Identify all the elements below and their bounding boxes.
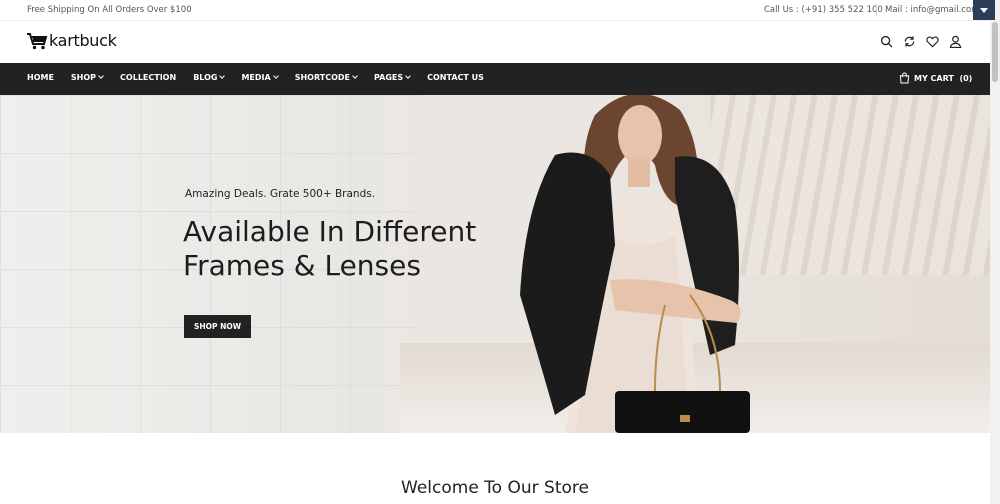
brand-name: kartbuck [49,31,117,50]
chevron-down-icon [405,73,411,79]
nav-label: COLLECTION [120,73,177,82]
nav-item-shortcode[interactable]: SHORTCODE [294,73,358,82]
nav-list: HOME SHOP COLLECTION BLOG MEDIA SHORTCOD… [27,73,501,82]
nav-item-shop[interactable]: SHOP [70,73,104,82]
top-bar: Free Shipping On All Orders Over $100 Ca… [0,0,990,21]
compare-icon[interactable] [903,35,916,48]
chevron-down-icon [219,73,226,79]
hero-title-line2: Frames & Lenses [183,249,421,282]
hero-banner: Amazing Deals. Grate 500+ Brands. Availa… [0,95,990,433]
caret-down-icon [980,7,988,13]
nav-item-contact[interactable]: CONTACT US [427,73,484,82]
shipping-notice: Free Shipping On All Orders Over $100 [27,5,192,15]
site-header: kartbuck [0,21,990,63]
scrollbar[interactable] [990,0,1000,504]
hero-tagline: Amazing Deals. Grate 500+ Brands. [185,188,376,200]
cart-icon [899,72,910,84]
nav-item-collection[interactable]: COLLECTION [120,73,176,82]
user-icon[interactable] [949,35,962,48]
heart-icon[interactable] [926,35,939,48]
chevron-down-icon [352,73,358,79]
logo[interactable]: kartbuck [26,31,117,50]
cart-label: MY CART [914,73,954,83]
dropdown-toggle[interactable] [973,0,995,20]
search-icon[interactable] [880,35,893,48]
nav-item-media[interactable]: MEDIA [241,73,279,82]
mail-text[interactable]: Mail : info@gmail.com [885,5,979,15]
nav-item-blog[interactable]: BLOG [193,73,226,82]
nav-label: PAGES [374,73,404,82]
section-title: Welcome To Our Store [401,478,589,498]
nav-label: SHORTCODE [294,73,350,82]
shop-now-button[interactable]: SHOP NOW [184,315,251,338]
divider [876,4,877,16]
nav-item-home[interactable]: HOME [27,73,54,82]
cart-button[interactable]: MY CART (0) [899,72,972,84]
hero-model-image [520,95,750,433]
cart-logo-icon [27,32,48,49]
chevron-down-icon [98,73,104,79]
scrollbar-thumb[interactable] [992,22,998,82]
header-icons [880,35,962,48]
nav-label: SHOP [70,73,97,82]
cart-count: (0) [959,73,973,83]
nav-label: HOME [27,73,54,82]
call-us-text[interactable]: Call Us : (+91) 355 522 100 [764,5,883,15]
hero-title: Available In Different Frames & Lenses [183,215,476,283]
nav-label: MEDIA [241,73,271,82]
hero-title-line1: Available In Different [183,215,477,248]
main-nav: HOME SHOP COLLECTION BLOG MEDIA SHORTCOD… [0,63,990,95]
chevron-down-icon [272,73,279,79]
nav-label: BLOG [193,73,218,82]
nav-label: CONTACT US [427,73,484,82]
nav-item-pages[interactable]: PAGES [374,73,411,82]
